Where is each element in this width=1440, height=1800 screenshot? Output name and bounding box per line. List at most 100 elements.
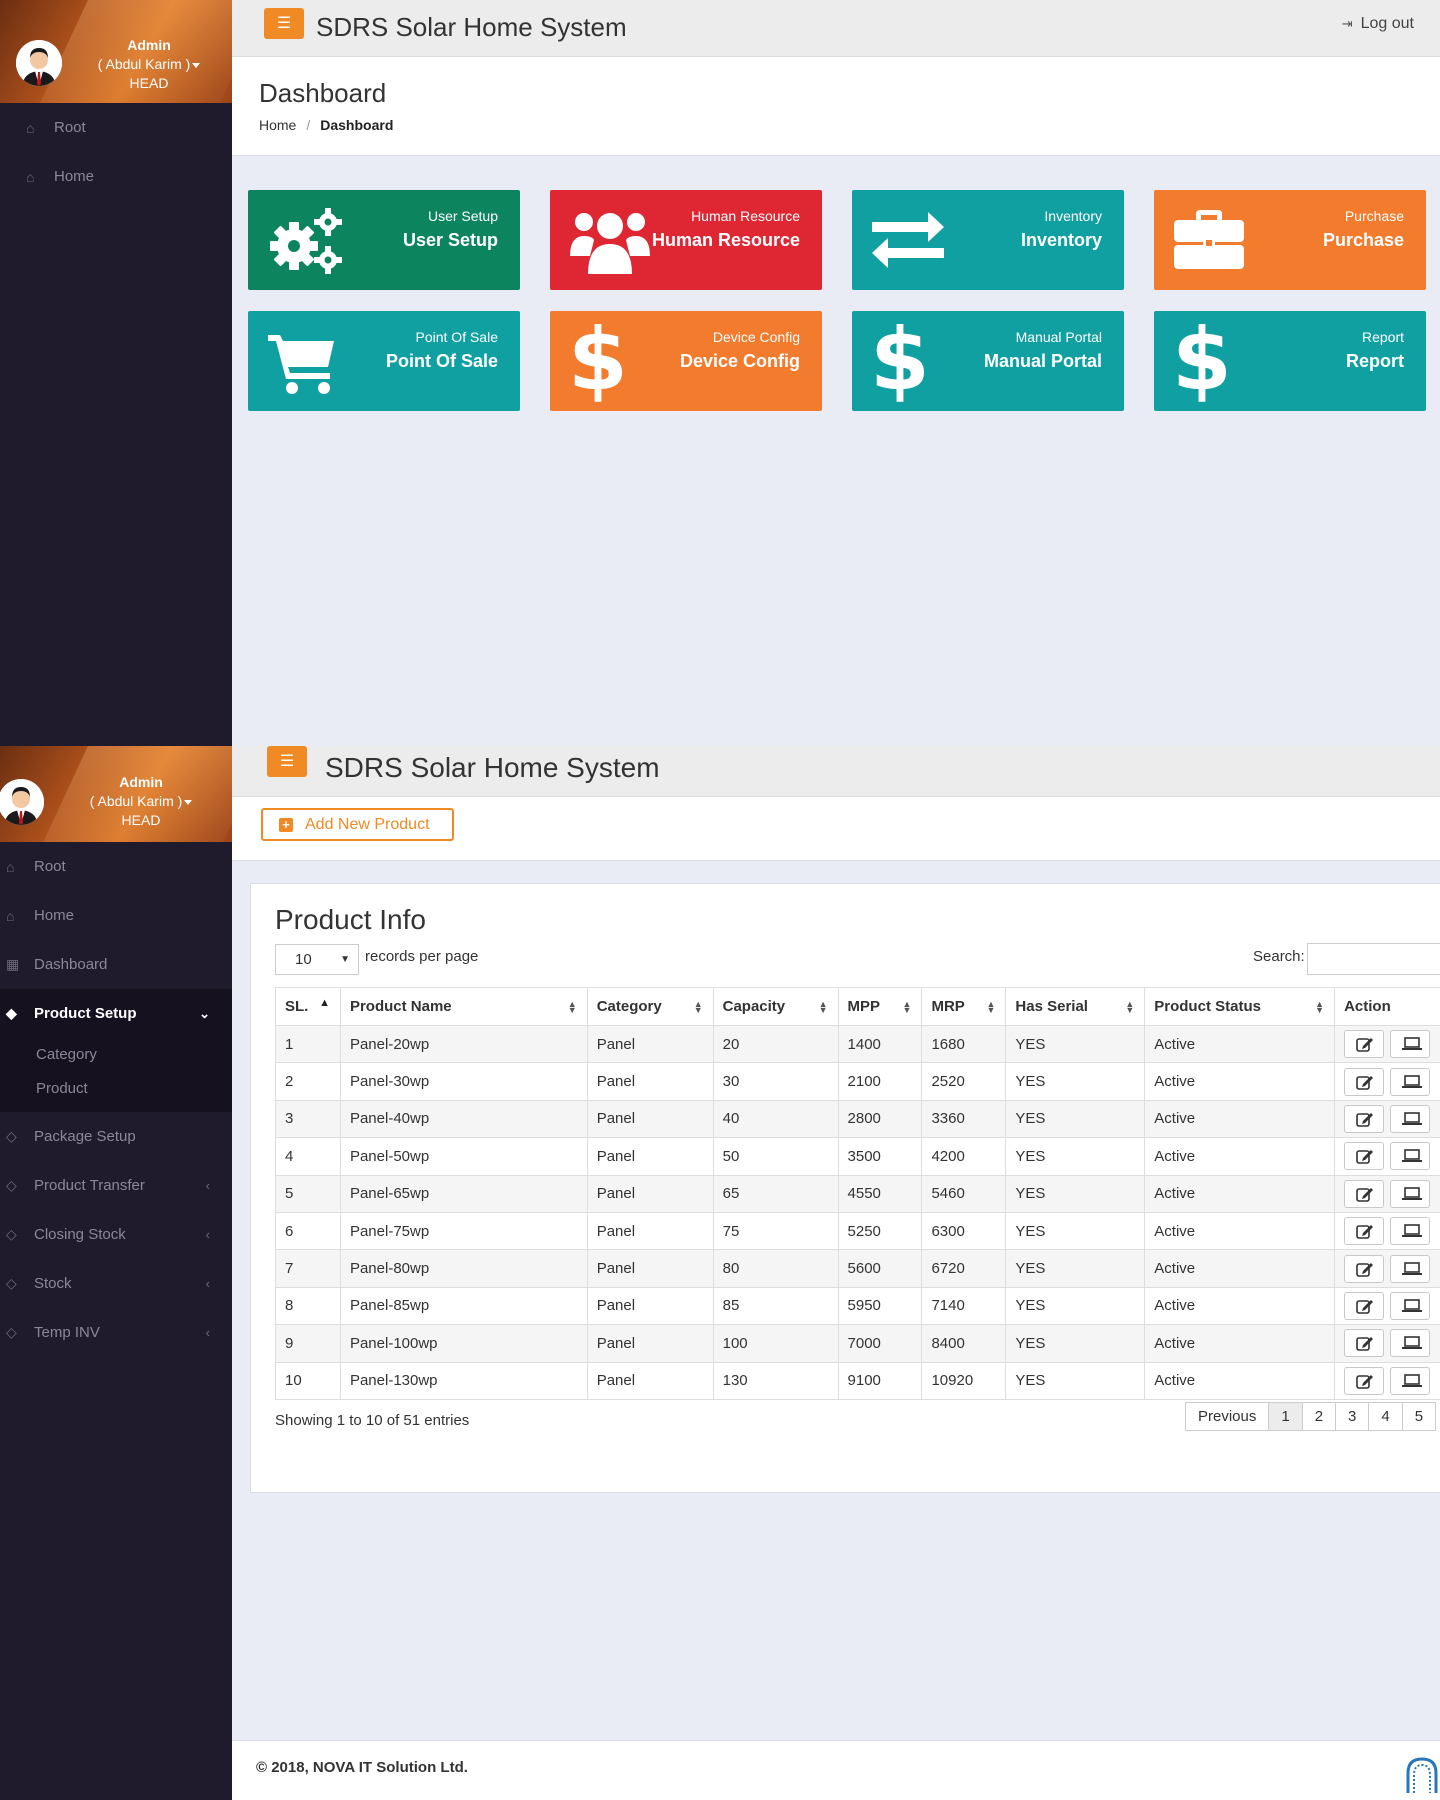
cell-action — [1334, 1249, 1440, 1288]
tile-user-setup[interactable]: User Setup User Setup — [248, 190, 520, 290]
profile-name: ( Abdul Karim ) — [97, 56, 191, 72]
laptop-icon — [1402, 1224, 1423, 1238]
cell-category: Panel — [586, 1137, 714, 1176]
pagination-page-3[interactable]: 3 — [1335, 1402, 1370, 1431]
column-header-category[interactable]: Category ▲ ▼ — [586, 987, 714, 1026]
sidebar-item-label: Temp INV — [34, 1324, 100, 1341]
edit-button[interactable] — [1344, 1329, 1385, 1358]
column-header-capacity[interactable]: Capacity ▲ ▼ — [712, 987, 839, 1026]
column-header-sl[interactable]: SL. ▲ — [275, 987, 341, 1026]
sidebar-item-home[interactable]: ⌂ Home — [0, 891, 232, 940]
add-new-product-button[interactable]: + Add New Product — [261, 808, 454, 841]
pagination-page-5[interactable]: 5 — [1401, 1402, 1437, 1431]
sidebar-item-dashboard[interactable]: ▦ Dashboard — [0, 940, 232, 989]
tile-title: Manual Portal — [983, 351, 1102, 371]
column-header-product-name[interactable]: Product Name ▲ ▼ — [339, 987, 588, 1026]
edit-button[interactable] — [1344, 1104, 1385, 1133]
view-button[interactable] — [1390, 1217, 1431, 1246]
view-button[interactable] — [1390, 1142, 1431, 1171]
edit-button[interactable] — [1344, 1067, 1385, 1096]
tile-title: Device Config — [679, 351, 800, 371]
sidebar-item-root[interactable]: ⌂ Root — [0, 103, 232, 152]
table-row: 5 Panel-65wp Panel 65 4550 5460 YES Active — [275, 1174, 1440, 1213]
logout-link[interactable]: ⇥ Log out — [1342, 15, 1414, 33]
sidebar-item-temp-inv[interactable]: ◇ Temp INV ‹ — [0, 1308, 232, 1357]
tile-title: Purchase — [1322, 230, 1404, 250]
avatar[interactable] — [0, 779, 44, 825]
edit-button[interactable] — [1344, 1217, 1385, 1246]
tile-human-resource[interactable]: Human Resource Human Resource — [550, 190, 822, 290]
diamond-icon: ◇ — [6, 1177, 17, 1193]
search-input[interactable] — [1307, 943, 1440, 975]
sidebar-subitem-category[interactable]: Category — [0, 1038, 232, 1072]
menu-toggle-button[interactable]: ☰ — [267, 746, 307, 777]
avatar-icon — [16, 40, 62, 86]
edit-button[interactable] — [1344, 1179, 1385, 1208]
cell-mpp: 5250 — [837, 1211, 923, 1251]
tile-title: Inventory — [1020, 230, 1102, 250]
sidebar-item-product-setup[interactable]: ◆ Product Setup ⌄ — [0, 989, 232, 1038]
view-button[interactable] — [1390, 1030, 1431, 1059]
cell-sl: 3 — [275, 1099, 341, 1139]
column-header-mrp[interactable]: MRP ▲ ▼ — [921, 987, 1007, 1026]
view-button[interactable] — [1390, 1179, 1431, 1208]
pagination-page-2[interactable]: 2 — [1301, 1402, 1337, 1431]
view-button[interactable] — [1390, 1291, 1431, 1320]
sort-icon: ▲ ▼ — [1125, 999, 1135, 1015]
tile-subtitle: User Setup — [427, 208, 498, 224]
pagination-page-4[interactable]: 4 — [1368, 1402, 1403, 1431]
avatar[interactable] — [16, 40, 62, 86]
tile-device-config[interactable]: $ Device Config Device Config — [550, 311, 822, 411]
menu-toggle-button[interactable]: ☰ — [264, 8, 304, 39]
breadcrumb-home[interactable]: Home — [259, 117, 296, 133]
edit-button[interactable] — [1344, 1254, 1385, 1283]
table-row: 3 Panel-40wp Panel 40 2800 3360 YES Active — [275, 1099, 1440, 1139]
sidebar-item-stock[interactable]: ◇ Stock ‹ — [0, 1259, 232, 1308]
hamburger-icon: ☰ — [279, 753, 295, 770]
profile-info[interactable]: Admin ( Abdul Karim ) HEAD — [86, 36, 212, 93]
tile-inventory[interactable]: Inventory Inventory — [852, 190, 1124, 290]
view-button[interactable] — [1390, 1329, 1431, 1358]
column-header-mpp[interactable]: MPP ▲ ▼ — [837, 987, 923, 1026]
sidebar-item-root[interactable]: ⌂ Root — [0, 842, 232, 891]
sign-out-icon: ⇥ — [1341, 16, 1353, 31]
column-header-has-serial[interactable]: Has Serial ▲ ▼ — [1005, 987, 1146, 1026]
tile-subtitle: Inventory — [1044, 208, 1102, 224]
profile-info[interactable]: Admin ( Abdul Karim ) HEAD — [78, 773, 204, 830]
view-button[interactable] — [1390, 1104, 1431, 1133]
sidebar-item-package-setup[interactable]: ◇ Package Setup — [0, 1112, 232, 1161]
sidebar-item-home[interactable]: ⌂ Home — [0, 152, 232, 201]
cell-product-status: Active — [1144, 1211, 1336, 1251]
laptop-icon — [1402, 1373, 1423, 1387]
home-icon: ⌂ — [26, 168, 35, 185]
sidebar-subitem-product[interactable]: Product — [0, 1072, 232, 1106]
tile-manual-portal[interactable]: $ Manual Portal Manual Portal — [852, 311, 1124, 411]
pagination-previous[interactable]: Previous — [1185, 1402, 1270, 1431]
edit-button[interactable] — [1344, 1030, 1385, 1059]
profile-dept: HEAD — [121, 812, 161, 828]
view-button[interactable] — [1390, 1067, 1431, 1096]
column-header-product-status[interactable]: Product Status ▲ ▼ — [1144, 987, 1336, 1026]
edit-button[interactable] — [1344, 1291, 1385, 1320]
sort-icon: ▲ ▼ — [1315, 999, 1325, 1015]
view-button[interactable] — [1390, 1254, 1431, 1283]
tile-point-of-sale[interactable]: Point Of Sale Point Of Sale — [248, 311, 520, 411]
sidebar-item-closing-stock[interactable]: ◇ Closing Stock ‹ — [0, 1210, 232, 1259]
cell-has-serial: YES — [1005, 1249, 1146, 1288]
search-label: Search: — [1253, 948, 1305, 965]
edit-button[interactable] — [1344, 1142, 1385, 1171]
tile-report[interactable]: $ Report Report — [1154, 311, 1426, 411]
dashboard-icon: ▦ — [6, 956, 20, 972]
view-button[interactable] — [1390, 1366, 1431, 1395]
tile-purchase[interactable]: Purchase Purchase — [1154, 190, 1426, 290]
cell-sl: 4 — [275, 1137, 341, 1176]
top-bar: ☰ SDRS Solar Home System ⇥ Log out — [232, 0, 1440, 57]
cell-mrp: 1680 — [921, 1024, 1007, 1064]
diamond-icon: ◇ — [6, 1226, 17, 1242]
edit-button[interactable] — [1344, 1366, 1385, 1395]
sidebar-item-product-transfer[interactable]: ◇ Product Transfer ‹ — [0, 1161, 232, 1210]
sidebar-item-label: Home — [34, 907, 75, 924]
table-header-row: SL. ▲ Product Name ▲ ▼ Category ▲ ▼ Capacity ▲… — [275, 987, 1440, 1026]
records-per-page-select[interactable]: 10 ▼ — [275, 944, 359, 975]
pagination-page-1[interactable]: 1 — [1268, 1402, 1303, 1431]
